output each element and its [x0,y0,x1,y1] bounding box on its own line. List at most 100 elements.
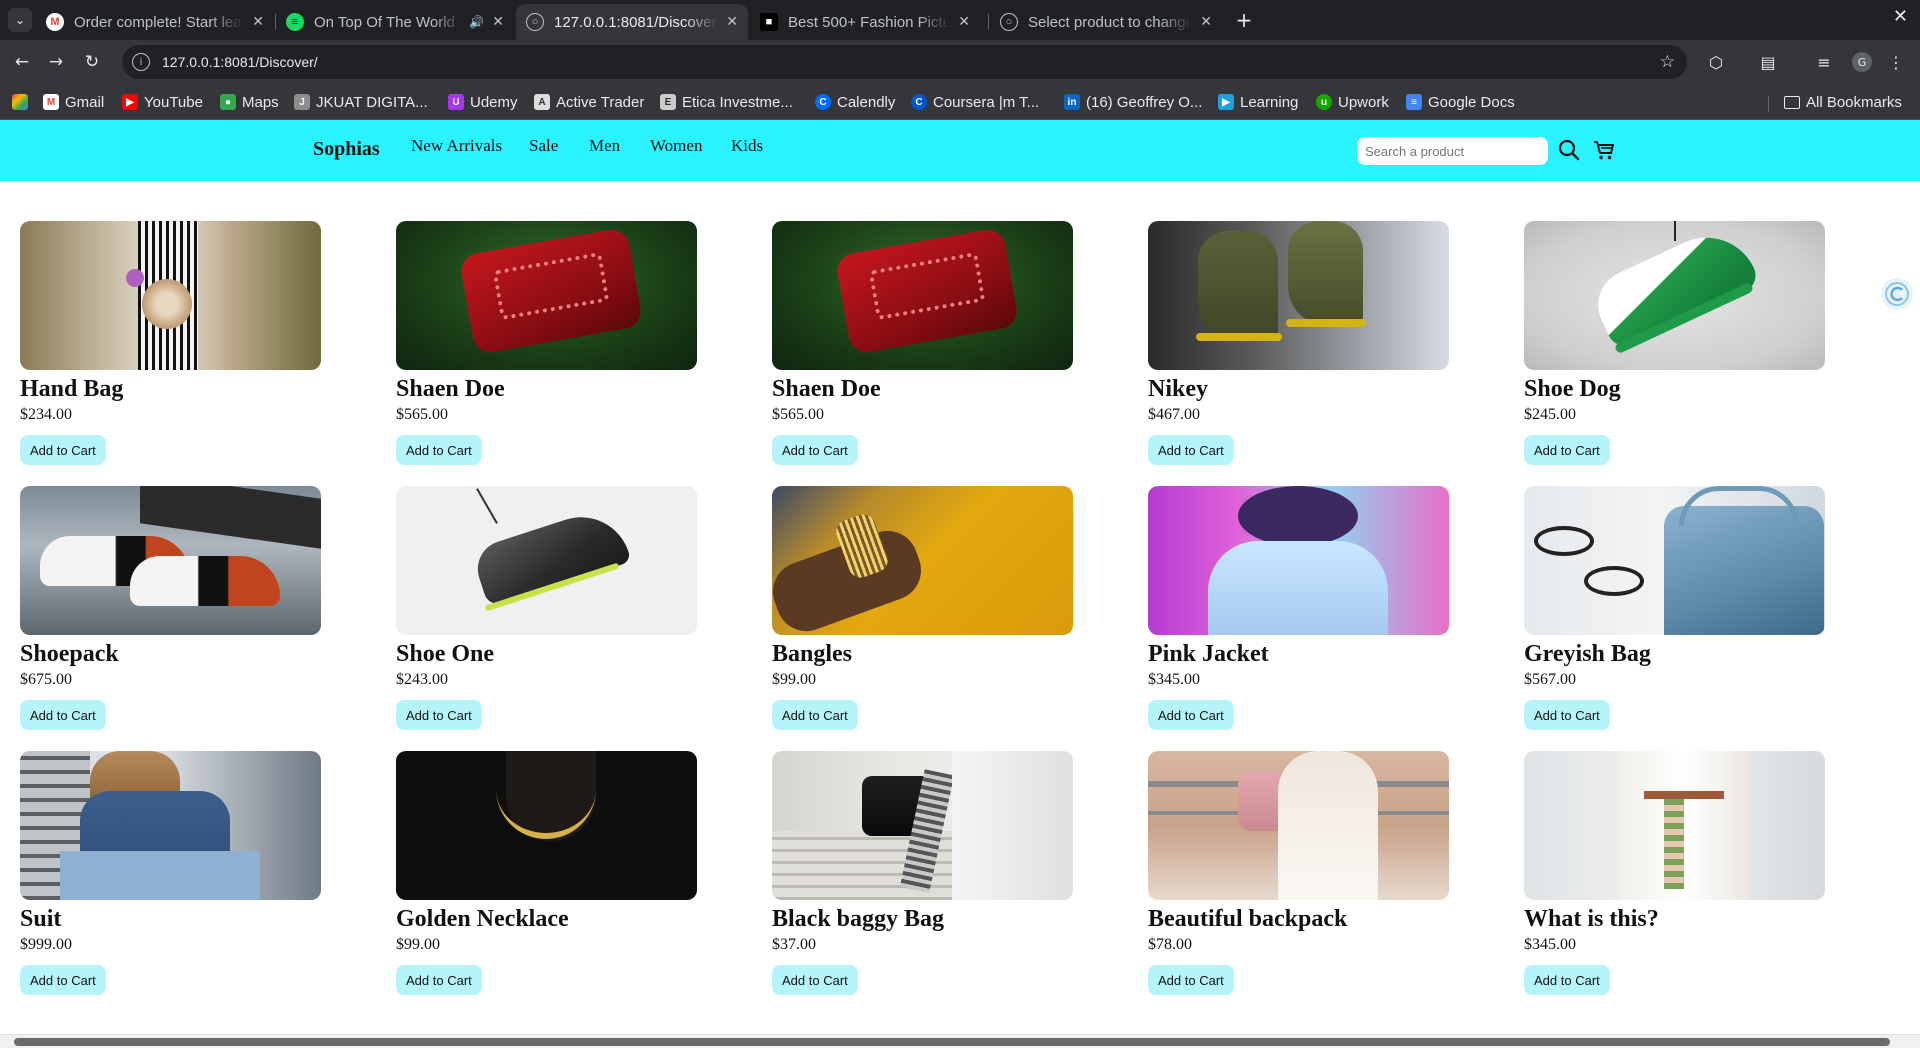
back-arrow-icon[interactable]: ← [8,48,36,76]
product-image-shaen-doe[interactable] [396,221,697,370]
product-name[interactable]: Beautiful backpack [1148,906,1450,936]
nav-men[interactable]: Men [589,136,620,156]
product-image-shoe-dog[interactable] [1524,221,1825,370]
add-to-cart-button[interactable]: Add to Cart [1524,435,1610,465]
product-name[interactable]: Shoe Dog [1524,376,1826,406]
tab-spotify[interactable]: ≡ On Top Of The World 🔊 ✕ [276,4,514,40]
product-name[interactable]: Shaen Doe [396,376,698,406]
product-image-nikey[interactable] [1148,221,1449,370]
speaker-icon[interactable]: 🔊 [469,15,484,29]
product-image-beautiful-backpack[interactable] [1148,751,1449,900]
bookmark-calendly[interactable]: C Calendly [815,92,895,112]
add-to-cart-button[interactable]: Add to Cart [772,435,858,465]
add-to-cart-button[interactable]: Add to Cart [20,700,106,730]
cart-icon[interactable] [1592,138,1616,162]
brand-logo[interactable]: Sophias [313,138,380,161]
product-image-hand-bag[interactable] [20,221,321,370]
profile-avatar[interactable]: G [1848,48,1876,76]
tab-select-product[interactable]: ○ Select product to change ✕ [990,4,1222,40]
bookmark-udemy[interactable]: U Udemy [448,92,518,112]
tab-fashion-pictures[interactable]: ■ Best 500+ Fashion Pictur ✕ [750,4,980,40]
extensions-icon[interactable]: ⬡ [1702,48,1730,76]
search-icon[interactable] [1557,138,1581,162]
product-name[interactable]: Pink Jacket [1148,641,1450,671]
address-url[interactable]: 127.0.0.1:8081/Discover/ [162,54,318,70]
product-name[interactable]: Golden Necklace [396,906,698,936]
product-name[interactable]: Shoepack [20,641,322,671]
product-image-greyish-bag[interactable] [1524,486,1825,635]
media-control-icon[interactable]: ≡ [1810,48,1838,76]
add-to-cart-button[interactable]: Add to Cart [20,435,106,465]
close-icon[interactable]: ✕ [1200,14,1212,30]
nav-new-arrivals[interactable]: New Arrivals [411,136,502,156]
reading-mode-icon[interactable]: ▤ [1754,48,1782,76]
add-to-cart-button[interactable]: Add to Cart [396,700,482,730]
bookmark-jkuat[interactable]: J JKUAT DIGITA... [294,92,428,112]
address-bar[interactable]: i 127.0.0.1:8081/Discover/ ☆ [122,45,1687,79]
add-to-cart-button[interactable]: Add to Cart [396,435,482,465]
forward-arrow-icon[interactable]: → [42,48,70,76]
horizontal-scrollbar[interactable] [0,1034,1920,1048]
product-image-what-is-this[interactable] [1524,751,1825,900]
bookmark-youtube[interactable]: ▶ YouTube [122,92,203,112]
add-to-cart-button[interactable]: Add to Cart [1524,965,1610,995]
all-bookmarks[interactable]: All Bookmarks [1784,92,1902,112]
bookmarks-separator [1768,96,1769,112]
bookmark-active-trader[interactable]: A Active Trader [534,92,644,112]
product-image-shoe-one[interactable] [396,486,697,635]
site-info-icon[interactable]: i [132,53,150,71]
bookmark-maps[interactable]: ● Maps [220,92,279,112]
add-to-cart-button[interactable]: Add to Cart [772,965,858,995]
nav-women[interactable]: Women [650,136,702,156]
close-icon[interactable]: ✕ [958,14,970,30]
kebab-menu-icon[interactable]: ⋮ [1882,48,1910,76]
product-name[interactable]: Hand Bag [20,376,322,406]
add-to-cart-button[interactable]: Add to Cart [20,965,106,995]
reload-icon[interactable]: ↻ [78,48,106,76]
bookmark-etica[interactable]: E Etica Investme... [660,92,793,112]
add-to-cart-button[interactable]: Add to Cart [1148,435,1234,465]
product-image-black-baggy-bag[interactable] [772,751,1073,900]
bookmarks-bar: M Gmail ▶ YouTube ● Maps J JKUAT DIGITA... U… [0,84,1920,120]
bookmark-google-docs[interactable]: ≡ Google Docs [1406,92,1515,112]
product-name[interactable]: Shoe One [396,641,698,671]
bookmark-star-icon[interactable]: ☆ [1660,52,1675,72]
product-name[interactable]: Bangles [772,641,1074,671]
product-name[interactable]: Nikey [1148,376,1450,406]
bookmark-coursera[interactable]: C Coursera |m T... [911,92,1039,112]
add-to-cart-button[interactable]: Add to Cart [1524,700,1610,730]
product-image-shaen-doe[interactable] [772,221,1073,370]
add-to-cart-button[interactable]: Add to Cart [1148,965,1234,995]
bookmark-learning[interactable]: ▶ Learning [1218,92,1298,112]
bookmark-linkedin[interactable]: in (16) Geoffrey O... [1064,92,1202,112]
close-icon[interactable]: ✕ [726,14,738,30]
close-icon[interactable]: ✕ [492,14,504,30]
nav-kids[interactable]: Kids [731,136,763,156]
add-to-cart-button[interactable]: Add to Cart [396,965,482,995]
product-image-pink-jacket[interactable] [1148,486,1449,635]
bookmark-upwork[interactable]: u Upwork [1316,92,1389,112]
product-image-bangles[interactable] [772,486,1073,635]
tab-search-icon[interactable]: ⌄ [8,8,32,32]
scrollbar-thumb[interactable] [14,1038,1890,1046]
extension-floating-icon[interactable] [1881,278,1913,310]
tab-order-complete[interactable]: M Order complete! Start lea ✕ [36,4,274,40]
product-image-shoepack[interactable] [20,486,321,635]
product-name[interactable]: Black baggy Bag [772,906,1074,936]
nav-sale[interactable]: Sale [529,136,558,156]
add-to-cart-button[interactable]: Add to Cart [772,700,858,730]
product-name[interactable]: Greyish Bag [1524,641,1826,671]
add-to-cart-button[interactable]: Add to Cart [1148,700,1234,730]
window-close-icon[interactable]: ✕ [1893,6,1908,27]
product-name[interactable]: What is this? [1524,906,1826,936]
apps-icon[interactable] [12,92,34,112]
close-icon[interactable]: ✕ [252,14,264,30]
product-image-golden-necklace[interactable] [396,751,697,900]
search-input[interactable] [1357,137,1548,165]
tab-discover[interactable]: ○ 127.0.0.1:8081/Discover/ ✕ [516,4,748,40]
bookmark-gmail[interactable]: M Gmail [43,92,104,112]
product-name[interactable]: Shaen Doe [772,376,1074,406]
new-tab-icon[interactable]: + [1232,8,1256,32]
product-image-suit[interactable] [20,751,321,900]
product-name[interactable]: Suit [20,906,322,936]
